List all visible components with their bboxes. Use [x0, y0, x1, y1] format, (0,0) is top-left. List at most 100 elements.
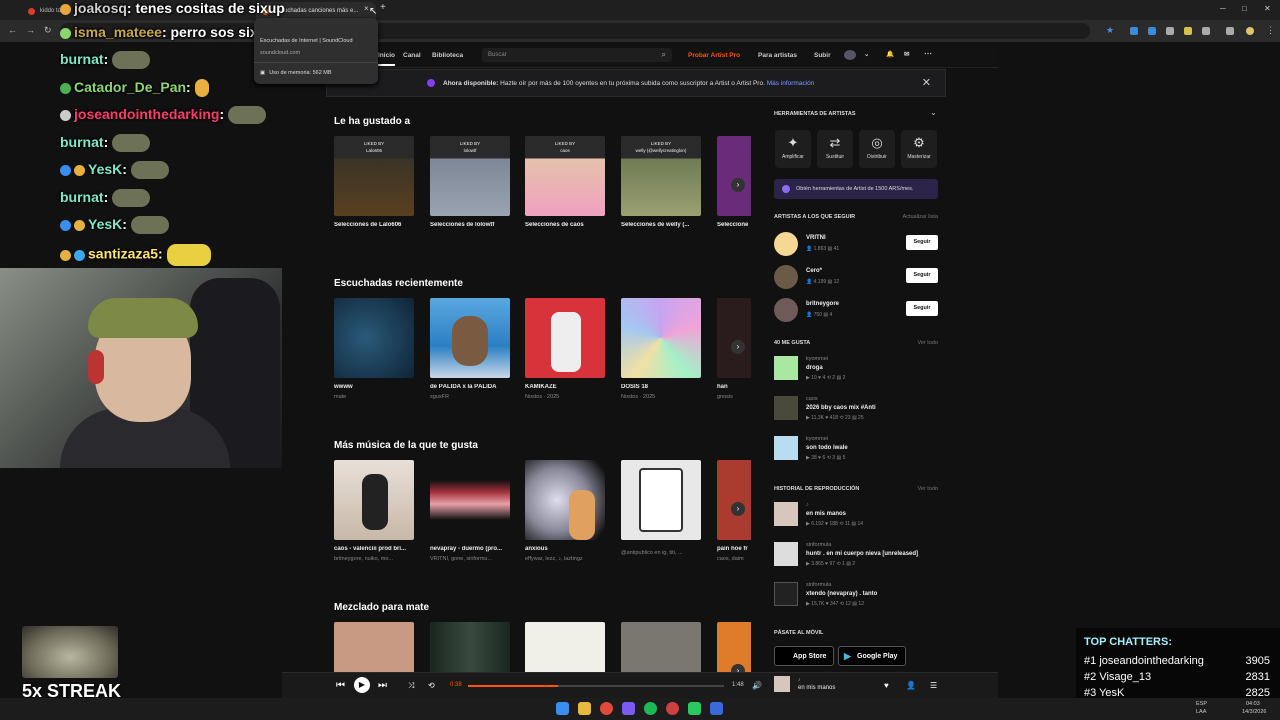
- track-artist[interactable]: kyommei: [806, 356, 828, 362]
- track-card[interactable]: caos - valenciii prod bri... britneygore…: [334, 460, 414, 562]
- track-card[interactable]: anxious effywar, lezz, ♪, laztingz: [525, 460, 605, 562]
- clock-time[interactable]: 04:03: [1246, 701, 1260, 707]
- for-artists-link[interactable]: Para artistas: [758, 52, 797, 59]
- mix-card[interactable]: [525, 622, 605, 672]
- card-title[interactable]: KAMIKAZE: [525, 384, 605, 390]
- next-icon[interactable]: ⏭: [378, 680, 387, 691]
- artist-name[interactable]: Cero*: [806, 268, 822, 274]
- app-store-button[interactable]: App Store: [774, 646, 834, 666]
- track-card[interactable]: de PÁLIDA x la PÁLIDA sguxFR: [430, 298, 510, 400]
- new-tab-button[interactable]: +: [380, 2, 386, 13]
- track-thumbnail[interactable]: [774, 542, 798, 566]
- avatar[interactable]: [774, 298, 798, 322]
- mix-card[interactable]: [621, 622, 701, 672]
- notifications-icon[interactable]: 🔔: [886, 50, 894, 58]
- card-subtitle[interactable]: caos, daim: [717, 556, 751, 562]
- messages-icon[interactable]: ✉: [904, 50, 909, 58]
- track-card[interactable]: nevapray - duermo (pro... VRITNI, gone, …: [430, 460, 510, 562]
- back-icon[interactable]: ←: [8, 25, 17, 35]
- extension-icon[interactable]: [1148, 27, 1156, 35]
- card-title[interactable]: anxious: [525, 546, 605, 552]
- card-title[interactable]: pain hoe fr: [717, 546, 751, 552]
- spotify-icon[interactable]: [644, 702, 657, 715]
- track-title[interactable]: son todo iwale: [806, 445, 848, 451]
- extension-icon[interactable]: [1202, 27, 1210, 35]
- track-title[interactable]: xtendo (nevapray) . tanto: [806, 591, 877, 597]
- search-input[interactable]: Buscar ⌕: [482, 48, 672, 62]
- close-icon[interactable]: ✕: [922, 76, 931, 89]
- avatar[interactable]: [774, 232, 798, 256]
- artist-name[interactable]: VRITNI: [806, 235, 826, 241]
- minimize-icon[interactable]: ─: [1220, 4, 1226, 13]
- tool-amplify[interactable]: ✦ Amplificar: [775, 130, 811, 168]
- chevron-down-icon[interactable]: ⌄: [930, 108, 937, 117]
- steam-icon[interactable]: [710, 702, 723, 715]
- queue-icon[interactable]: ☰: [930, 681, 937, 690]
- track-thumbnail[interactable]: [774, 582, 798, 606]
- track-artist[interactable]: kyommei: [806, 436, 828, 442]
- extension-icon[interactable]: [1226, 27, 1234, 35]
- playlist-card[interactable]: LIKED BY lolowtf Selecciones de lolowtf: [430, 136, 510, 228]
- track-artist[interactable]: ♪: [806, 502, 809, 508]
- progress-bar[interactable]: [468, 685, 724, 687]
- more-icon[interactable]: ⋯: [924, 49, 932, 58]
- card-title[interactable]: Selecciones de welly (...: [621, 222, 701, 228]
- card-subtitle[interactable]: @antipublico en ig, titi, ...: [621, 550, 701, 556]
- nav-inicio[interactable]: Inicio: [378, 52, 395, 66]
- track-card[interactable]: DOSIS 18 Nostos · 2025: [621, 298, 701, 400]
- artist-name[interactable]: britneygore: [806, 301, 839, 307]
- playlist-card[interactable]: LIKED BY caos Selecciones de caos: [525, 136, 605, 228]
- track-artist[interactable]: caos: [806, 396, 818, 402]
- follow-artist-icon[interactable]: 👤: [906, 681, 916, 690]
- bookmark-star-icon[interactable]: ★: [1106, 25, 1114, 36]
- card-title[interactable]: caos - valenciii prod bri...: [334, 546, 414, 552]
- liked-track[interactable]: kyommei son todo iwale ▶ 38 ♥ 6 ⟲ 3 ▤ 5: [774, 436, 940, 462]
- track-artist[interactable]: sinformula: [806, 582, 831, 588]
- track-thumbnail[interactable]: [774, 502, 798, 526]
- track-card[interactable]: KAMIKAZE Nostos · 2025: [525, 298, 605, 400]
- card-subtitle[interactable]: mate: [334, 394, 414, 400]
- playlist-card[interactable]: LIKED BY Lalo606 Selecciones de Lalo606: [334, 136, 414, 228]
- follow-button[interactable]: Seguir: [906, 268, 938, 283]
- language-indicator-2[interactable]: LAA: [1196, 709, 1206, 715]
- refresh-list-link[interactable]: Actualizar lista: [900, 214, 938, 220]
- track-card[interactable]: @antipublico en ig, titi, ...: [621, 460, 701, 556]
- close-tab-icon[interactable]: ×: [364, 4, 369, 13]
- track-title[interactable]: huntr . en mi cuerpo nieva [unreleased]: [806, 551, 918, 557]
- carousel-next-icon[interactable]: ›: [731, 178, 745, 192]
- history-track[interactable]: sinformula xtendo (nevapray) . tanto ▶ 1…: [774, 582, 940, 608]
- extension-icon[interactable]: [1166, 27, 1174, 35]
- card-title[interactable]: han: [717, 384, 751, 390]
- chrome-icon[interactable]: [600, 702, 613, 715]
- search-icon[interactable]: ⌕: [662, 50, 666, 60]
- avatar[interactable]: [774, 265, 798, 289]
- carousel-next-icon[interactable]: ›: [731, 340, 745, 354]
- maximize-icon[interactable]: □: [1242, 4, 1247, 13]
- history-track[interactable]: sinformula huntr . en mi cuerpo nieva [u…: [774, 542, 940, 568]
- player-artist[interactable]: ♪: [798, 677, 801, 683]
- volume-icon[interactable]: 🔊: [752, 681, 762, 690]
- chevron-down-icon[interactable]: ⌄: [864, 50, 869, 58]
- play-button[interactable]: ▶: [354, 677, 370, 693]
- view-all-history-link[interactable]: Ver todo: [900, 486, 939, 492]
- file-explorer-icon[interactable]: [578, 702, 591, 715]
- like-icon[interactable]: ♥: [884, 681, 889, 690]
- history-track[interactable]: ♪ en mis manos ▶ 6.192 ♥ 188 ⟲ 11 ▤ 14: [774, 502, 940, 528]
- card-title[interactable]: Seleccione: [717, 222, 751, 228]
- card-subtitle[interactable]: Nostos · 2025: [525, 394, 605, 400]
- card-title[interactable]: Selecciones de Lalo606: [334, 222, 414, 228]
- track-card[interactable]: wwww mate: [334, 298, 414, 400]
- nav-canal[interactable]: Canal: [403, 52, 421, 59]
- track-thumbnail[interactable]: [774, 396, 798, 420]
- profile-avatar[interactable]: [1246, 27, 1254, 35]
- card-title[interactable]: Selecciones de lolowtf: [430, 222, 510, 228]
- extension-icon[interactable]: [1130, 27, 1138, 35]
- banner-link[interactable]: Más información: [767, 80, 815, 87]
- start-icon[interactable]: [556, 702, 569, 715]
- track-thumbnail[interactable]: [774, 356, 798, 380]
- google-play-button[interactable]: ▶ Google Play: [838, 646, 906, 666]
- menu-icon[interactable]: ⋮: [1266, 25, 1275, 36]
- forward-icon[interactable]: →: [26, 25, 35, 35]
- mix-card[interactable]: [334, 622, 414, 672]
- card-title[interactable]: Selecciones de caos: [525, 222, 605, 228]
